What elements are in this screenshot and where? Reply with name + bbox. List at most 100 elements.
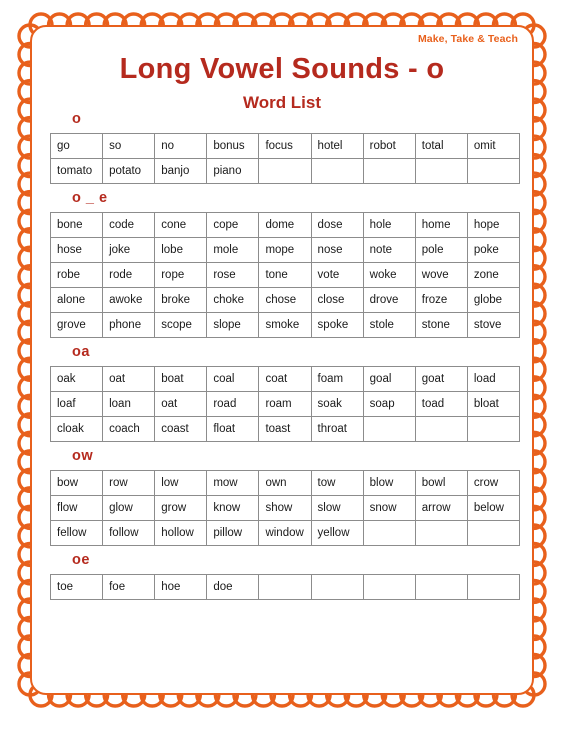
word-cell: goat bbox=[414, 366, 468, 392]
section-oe: oe toe foe hoe doe bbox=[32, 552, 536, 600]
word-table: bow row low mow own tow blow bowl crow flow glow gr… bbox=[49, 470, 521, 546]
word-cell: cloak bbox=[49, 416, 104, 442]
word-cell bbox=[414, 158, 468, 184]
word-cell: tone bbox=[258, 262, 312, 288]
word-cell bbox=[310, 158, 364, 184]
word-cell: soak bbox=[310, 391, 364, 417]
word-cell bbox=[414, 574, 468, 600]
table-row: alone awoke broke choke chose close drove froze… bbox=[49, 287, 521, 313]
word-cell: globe bbox=[466, 287, 521, 313]
word-cell: focus bbox=[258, 133, 312, 159]
table-row: oak oat boat coal coat foam goal goat load bbox=[49, 366, 521, 392]
word-cell: slow bbox=[310, 495, 364, 521]
word-cell: glow bbox=[102, 495, 156, 521]
word-cell: arrow bbox=[414, 495, 468, 521]
word-cell: lobe bbox=[154, 237, 208, 263]
table-row: grove phone scope slope smoke spoke stole stone… bbox=[49, 312, 521, 338]
table-row: cloak coach coast float toast throat bbox=[49, 416, 521, 442]
word-cell: goal bbox=[362, 366, 416, 392]
word-cell: roam bbox=[258, 391, 312, 417]
word-cell: banjo bbox=[154, 158, 208, 184]
word-cell bbox=[362, 520, 416, 546]
word-cell: oat bbox=[154, 391, 208, 417]
word-cell: woke bbox=[362, 262, 416, 288]
word-cell: boat bbox=[154, 366, 208, 392]
word-cell: go bbox=[49, 133, 104, 159]
word-cell: bone bbox=[49, 212, 104, 238]
word-cell: alone bbox=[49, 287, 104, 313]
word-cell: window bbox=[258, 520, 312, 546]
word-cell: blow bbox=[362, 470, 416, 496]
word-cell: rose bbox=[206, 262, 260, 288]
word-cell: cone bbox=[154, 212, 208, 238]
word-cell: mole bbox=[206, 237, 260, 263]
word-cell bbox=[466, 416, 521, 442]
table-row: toe foe hoe doe bbox=[49, 574, 521, 600]
section-ow: ow bow row low mow own tow blow bowl crow flow glow… bbox=[32, 448, 536, 546]
word-cell: snow bbox=[362, 495, 416, 521]
word-cell: joke bbox=[102, 237, 156, 263]
table-row: bone code cone cope dome dose hole home hope bbox=[49, 212, 521, 238]
word-cell: mow bbox=[206, 470, 260, 496]
word-cell bbox=[466, 520, 521, 546]
word-cell bbox=[362, 574, 416, 600]
word-cell: code bbox=[102, 212, 156, 238]
word-cell: row bbox=[102, 470, 156, 496]
word-cell bbox=[466, 574, 521, 600]
word-cell: pillow bbox=[206, 520, 260, 546]
word-cell: robot bbox=[362, 133, 416, 159]
word-list-sections: o go so no bonus focus hotel robot total omit toma… bbox=[32, 111, 536, 606]
word-cell: scope bbox=[154, 312, 208, 338]
table-row: flow glow grow know show slow snow arrow below bbox=[49, 495, 521, 521]
section-oa: oa oak oat boat coal coat foam goal goat load loaf… bbox=[32, 344, 536, 442]
word-cell: note bbox=[362, 237, 416, 263]
brand-label: Make, Take & Teach bbox=[417, 33, 518, 45]
word-cell: coal bbox=[206, 366, 260, 392]
word-cell: pole bbox=[414, 237, 468, 263]
table-row: hose joke lobe mole mope nose note pole poke bbox=[49, 237, 521, 263]
word-cell: grove bbox=[49, 312, 104, 338]
word-cell: coat bbox=[258, 366, 312, 392]
section-label: oa bbox=[72, 344, 90, 360]
word-cell: chose bbox=[258, 287, 312, 313]
word-cell: tow bbox=[310, 470, 364, 496]
word-cell: loaf bbox=[49, 391, 104, 417]
word-cell: wove bbox=[414, 262, 468, 288]
word-cell bbox=[414, 416, 468, 442]
word-cell: dose bbox=[310, 212, 364, 238]
word-cell: coach bbox=[102, 416, 156, 442]
table-row: tomato potato banjo piano bbox=[49, 158, 521, 184]
table-row: robe rode rope rose tone vote woke wove zone bbox=[49, 262, 521, 288]
word-cell: poke bbox=[466, 237, 521, 263]
word-cell: drove bbox=[362, 287, 416, 313]
page-title: Long Vowel Sounds - o bbox=[119, 53, 445, 85]
word-cell: spoke bbox=[310, 312, 364, 338]
word-cell: choke bbox=[206, 287, 260, 313]
page-subtitle: Word List bbox=[242, 93, 322, 112]
word-cell: bloat bbox=[466, 391, 521, 417]
word-cell: toe bbox=[49, 574, 104, 600]
word-cell: hose bbox=[49, 237, 104, 263]
word-cell: stove bbox=[466, 312, 521, 338]
word-cell: road bbox=[206, 391, 260, 417]
word-cell: stole bbox=[362, 312, 416, 338]
word-cell: follow bbox=[102, 520, 156, 546]
word-cell bbox=[466, 158, 521, 184]
word-cell bbox=[414, 520, 468, 546]
word-cell: hotel bbox=[310, 133, 364, 159]
word-cell: dome bbox=[258, 212, 312, 238]
word-cell: mope bbox=[258, 237, 312, 263]
word-cell: bow bbox=[49, 470, 104, 496]
word-cell: below bbox=[466, 495, 521, 521]
word-cell bbox=[258, 158, 312, 184]
word-cell: oat bbox=[102, 366, 156, 392]
word-cell: float bbox=[206, 416, 260, 442]
table-row: go so no bonus focus hotel robot total omit bbox=[49, 133, 521, 159]
word-cell: fellow bbox=[49, 520, 104, 546]
word-cell bbox=[310, 574, 364, 600]
word-cell: coast bbox=[154, 416, 208, 442]
word-cell: load bbox=[466, 366, 521, 392]
worksheet-page: Make, Take & Teach Long Vowel Sounds - o… bbox=[0, 0, 564, 737]
word-cell: crow bbox=[466, 470, 521, 496]
word-cell: low bbox=[154, 470, 208, 496]
